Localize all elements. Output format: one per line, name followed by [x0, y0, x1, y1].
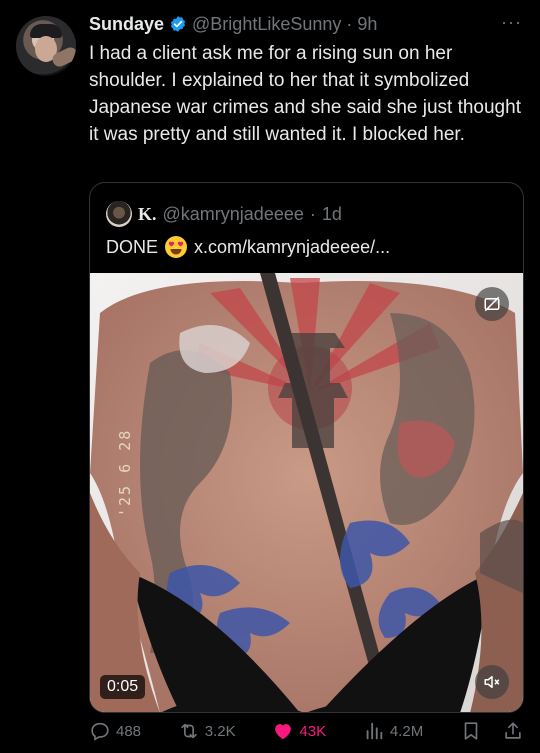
- repost-button[interactable]: 3.2K: [178, 720, 236, 742]
- verified-badge-icon: [170, 16, 186, 32]
- bookmark-icon: [464, 722, 478, 740]
- quoted-tweet-header: K. @kamrynjadeeee · 1d: [106, 201, 342, 227]
- tweet-time[interactable]: 9h: [357, 14, 377, 35]
- video-date-stamp: '25 6 28: [116, 428, 134, 517]
- reply-button[interactable]: 488: [89, 720, 141, 742]
- tweet[interactable]: Sundaye @BrightLikeSunny · 9h ··· I had …: [0, 0, 540, 753]
- author-name[interactable]: Sundaye: [89, 14, 164, 35]
- views-button[interactable]: 4.2M: [363, 720, 423, 742]
- quoted-author-avatar[interactable]: [106, 201, 132, 227]
- captions-off-icon[interactable]: [475, 287, 509, 321]
- bookmark-button[interactable]: [460, 720, 482, 742]
- quoted-tweet[interactable]: K. @kamrynjadeeee · 1d DONE x.com/kamryn…: [89, 182, 524, 713]
- quoted-author-name[interactable]: K.: [138, 204, 157, 225]
- separator-dot: ·: [346, 13, 353, 34]
- repost-icon: [181, 723, 197, 739]
- views-icon: [366, 722, 383, 740]
- view-count: 4.2M: [389, 722, 424, 740]
- quoted-text: DONE: [106, 236, 159, 257]
- like-count: 43K: [299, 722, 327, 740]
- share-button[interactable]: [502, 720, 524, 742]
- author-handle[interactable]: @BrightLikeSunny: [192, 14, 341, 35]
- video-player[interactable]: '25 6 28 0:05: [90, 273, 523, 712]
- quoted-tweet-time[interactable]: 1d: [322, 204, 342, 225]
- tweet-text: I had a client ask me for a rising sun o…: [89, 43, 521, 145]
- mute-icon[interactable]: [475, 665, 509, 699]
- reply-icon: [91, 722, 109, 741]
- quoted-author-handle[interactable]: @kamrynjadeeee: [163, 204, 304, 225]
- more-options-icon[interactable]: ···: [501, 12, 522, 33]
- quoted-tweet-text: DONE x.com/kamrynjadeeee/...: [106, 235, 390, 259]
- author-avatar[interactable]: [16, 16, 76, 76]
- secondary-actions: [460, 720, 524, 742]
- reply-count: 488: [116, 722, 142, 740]
- tattoo-video-frame: [90, 273, 523, 712]
- tweet-header: Sundaye @BrightLikeSunny · 9h: [89, 12, 377, 36]
- heart-eyes-emoji-icon: [165, 236, 188, 258]
- repost-count: 3.2K: [204, 722, 236, 740]
- separator-dot: ·: [309, 203, 316, 224]
- heart-filled-icon: [275, 724, 292, 740]
- share-icon: [505, 722, 521, 739]
- video-timer: 0:05: [100, 675, 146, 699]
- like-button[interactable]: 43K: [272, 720, 326, 742]
- quoted-link[interactable]: x.com/kamrynjadeeee/...: [194, 237, 390, 258]
- action-bar: 488 3.2K 43K 4.2M: [89, 715, 524, 747]
